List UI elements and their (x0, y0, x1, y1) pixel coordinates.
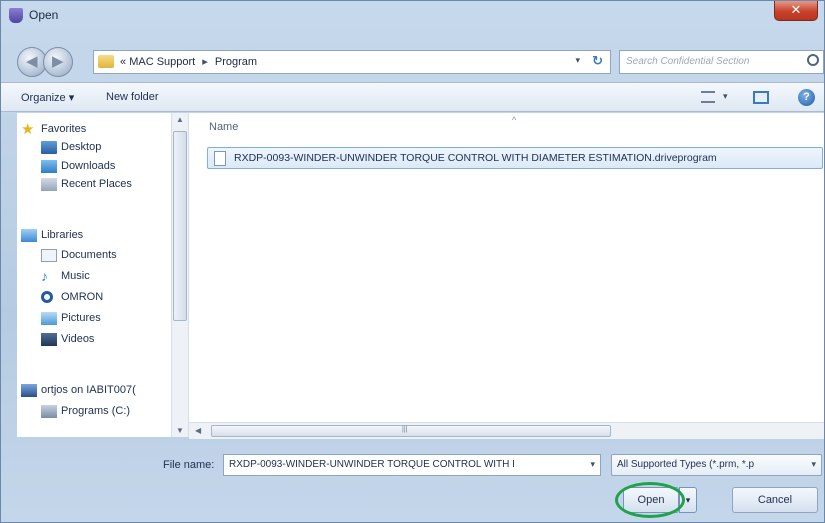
desktop-icon (41, 141, 57, 154)
drive-icon (41, 405, 57, 418)
title-bar: Open ✕ (1, 1, 824, 31)
view-dropdown-icon[interactable]: ▾ (723, 91, 728, 102)
videos-icon (41, 333, 57, 346)
app-icon (9, 8, 23, 23)
navigation-pane: ★ Favorites Desktop Downloads Recent Pla… (17, 113, 189, 437)
sidebar-item-label: Music (61, 270, 90, 282)
sidebar-item-label: Desktop (61, 141, 102, 153)
open-dialog: Open ✕ ◀ ▶ « MAC Support ▸ Program ▾ ↻ S… (0, 0, 825, 523)
sidebar-item-label: Documents (61, 249, 117, 261)
file-name-value: RXDP-0093-WINDER-UNWINDER TORQUE CONTROL… (229, 459, 515, 470)
command-bar: Organize ▾ New folder ▾ ? (1, 82, 824, 112)
sidebar-item-label: Downloads (61, 160, 116, 172)
column-header-name[interactable]: Name (209, 121, 238, 133)
file-list: Name ^ RXDP-0093-WINDER-UNWINDER TORQUE … (189, 113, 824, 422)
change-view-icon[interactable] (701, 91, 715, 103)
sidebar-item-label: Libraries (41, 229, 84, 241)
file-row-selected[interactable]: RXDP-0093-WINDER-UNWINDER TORQUE CONTROL… (207, 147, 823, 169)
network-icon (21, 384, 37, 397)
sidebar-item-label: Favorites (41, 123, 87, 135)
breadcrumb-overflow[interactable]: « (120, 56, 126, 68)
libraries-icon (21, 229, 37, 242)
scroll-up-icon[interactable]: ▲ (176, 115, 184, 124)
preview-pane-icon[interactable] (753, 91, 769, 104)
star-icon: ★ (21, 121, 35, 138)
breadcrumb-separator-icon[interactable]: ▸ (198, 56, 212, 68)
scroll-left-icon[interactable]: ◀ (195, 426, 201, 435)
horizontal-scroll-thumb[interactable]: ||| (211, 425, 611, 437)
help-icon[interactable]: ? (798, 89, 815, 106)
search-placeholder: Search Confidential Section (626, 56, 750, 67)
folder-icon (98, 55, 114, 68)
sidebar-item-label: Videos (61, 333, 95, 345)
sidebar-item-label: OMRON (61, 291, 104, 303)
highlight-circle (615, 482, 685, 518)
file-type-value: All Supported Types (*.prm, *.p (617, 459, 755, 470)
address-bar[interactable]: « MAC Support ▸ Program ▾ ↻ (93, 50, 611, 74)
pictures-icon (41, 312, 57, 325)
file-name-area: File name: RXDP-0093-WINDER-UNWINDER TOR… (1, 439, 824, 523)
organize-button[interactable]: Organize ▾ (21, 91, 74, 104)
cancel-button[interactable]: Cancel (732, 487, 818, 513)
search-icon[interactable] (807, 54, 819, 66)
scroll-grip-icon: ||| (402, 426, 408, 433)
scroll-down-icon[interactable]: ▼ (176, 426, 184, 435)
file-name-field[interactable]: RXDP-0093-WINDER-UNWINDER TORQUE CONTROL… (223, 454, 601, 476)
search-input[interactable]: Search Confidential Section (619, 50, 824, 74)
omron-icon (41, 291, 53, 303)
recent-places-icon (41, 178, 57, 191)
sort-indicator-icon: ^ (512, 115, 517, 125)
window-title: Open (29, 8, 59, 22)
sidebar-item-label: ortjos on IABIT007( (41, 384, 136, 396)
file-type-dropdown-icon[interactable]: ▾ (811, 459, 816, 470)
sidebar-item-label: Pictures (61, 312, 101, 324)
sidebar-item-label: Recent Places (61, 178, 132, 190)
documents-icon (41, 249, 57, 262)
new-folder-button[interactable]: New folder (106, 91, 159, 103)
sidebar-item-label: Programs (C:) (61, 405, 131, 417)
breadcrumb-item-program[interactable]: Program (215, 56, 257, 68)
horizontal-scrollbar[interactable]: ◀ ||| (189, 422, 824, 439)
breadcrumb: « MAC Support ▸ Program (120, 55, 257, 68)
file-type-select[interactable]: All Supported Types (*.prm, *.p ▾ (611, 454, 822, 476)
close-button[interactable]: ✕ (774, 1, 818, 21)
file-icon (214, 151, 226, 166)
navigation-bar: ◀ ▶ « MAC Support ▸ Program ▾ ↻ Search C… (1, 41, 824, 81)
refresh-icon[interactable]: ↻ (592, 53, 603, 69)
forward-arrow-icon: ▶ (52, 53, 64, 70)
forward-button[interactable]: ▶ (43, 47, 73, 77)
breadcrumb-item-mac-support[interactable]: MAC Support (129, 56, 195, 68)
music-icon: ♪ (41, 268, 48, 284)
navigation-scrollbar[interactable]: ▲ ▼ (171, 113, 188, 437)
address-dropdown-icon[interactable]: ▾ (575, 55, 580, 66)
downloads-icon (41, 160, 57, 173)
back-arrow-icon: ◀ (26, 53, 38, 70)
file-name-label: File name: (163, 459, 215, 471)
file-name-dropdown-icon[interactable]: ▾ (590, 459, 595, 470)
scroll-thumb[interactable] (173, 131, 187, 321)
file-name: RXDP-0093-WINDER-UNWINDER TORQUE CONTROL… (234, 152, 717, 164)
